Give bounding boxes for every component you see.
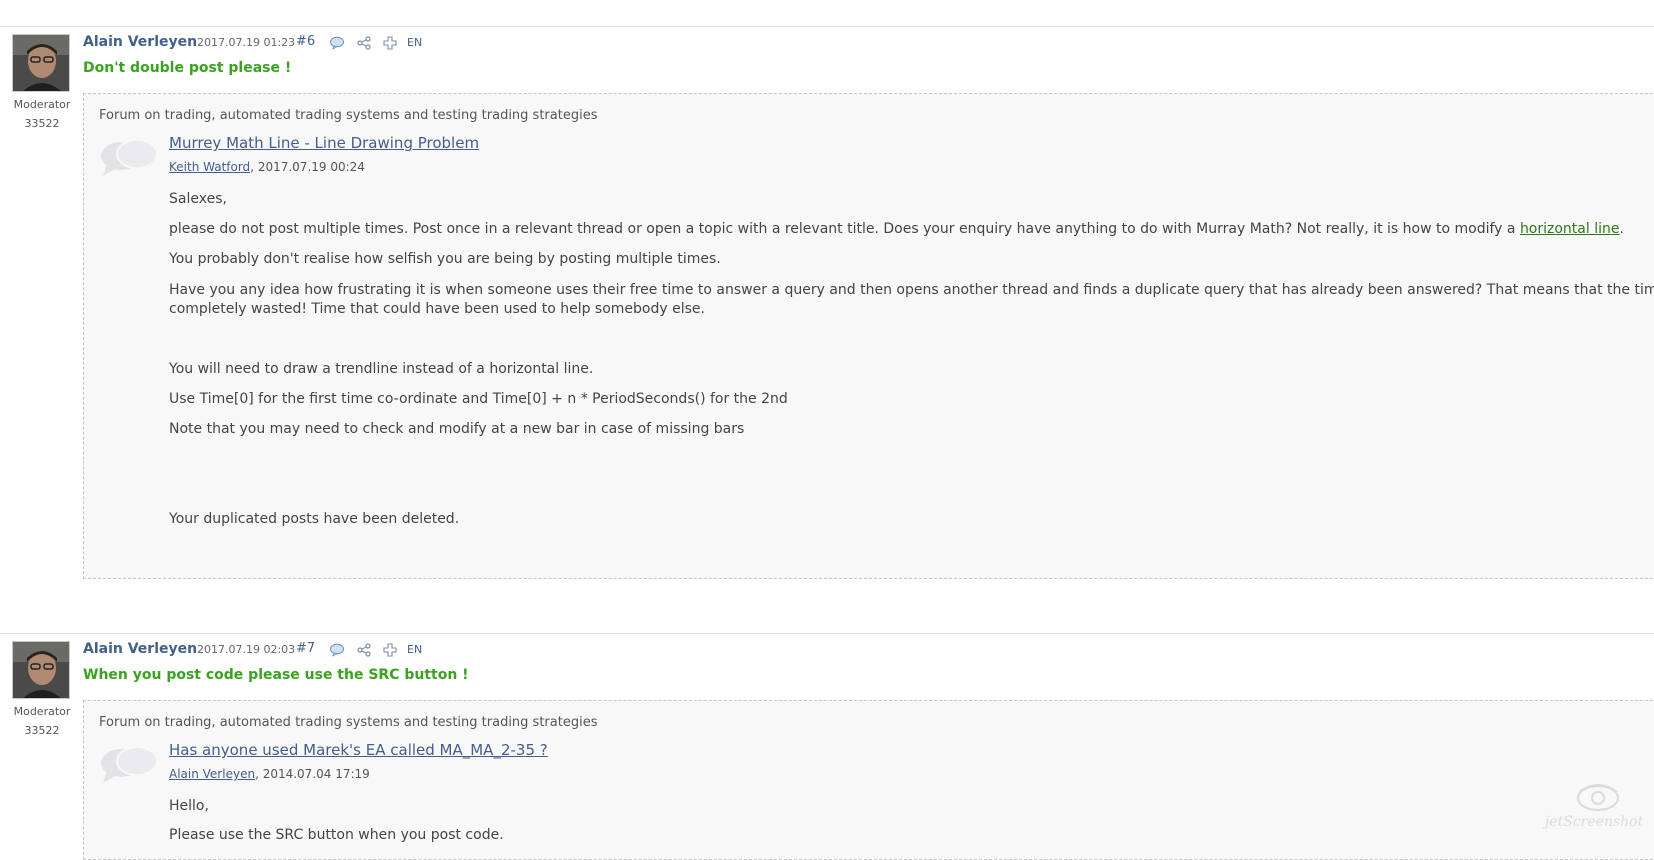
user-role: Moderator bbox=[13, 98, 71, 111]
post-headline: When you post code please use the SRC bu… bbox=[83, 667, 469, 683]
quoted-topic-link[interactable]: Murrey Math Line - Line Drawing Problem bbox=[169, 134, 479, 152]
horizontal-line-link[interactable]: horizontal line bbox=[1520, 221, 1620, 237]
author-link[interactable]: Alain Verleyen bbox=[83, 641, 197, 657]
quote-author-link[interactable]: Keith Watford bbox=[169, 160, 250, 174]
quoted-topic-link[interactable]: Has anyone used Marek's EA called MA_MA_… bbox=[169, 741, 548, 759]
quote-paragraph: Note that you may need to check and modi… bbox=[169, 421, 745, 437]
quote-paragraph: Your duplicated posts have been deleted. bbox=[169, 511, 460, 527]
plus-icon[interactable] bbox=[382, 36, 398, 50]
plus-icon[interactable] bbox=[382, 643, 398, 657]
quote-meta: Keith Watford, 2017.07.19 00:24 bbox=[169, 160, 365, 174]
comment-icon[interactable] bbox=[329, 643, 345, 657]
quote-paragraph: You probably don't realise how selfish y… bbox=[169, 251, 721, 267]
quote-paragraph: Salexes, bbox=[169, 191, 227, 207]
quote-meta: Alain Verleyen, 2014.07.04 17:19 bbox=[169, 767, 370, 781]
quote-paragraph: please do not post multiple times. Post … bbox=[169, 219, 1624, 239]
author-link[interactable]: Alain Verleyen bbox=[83, 34, 197, 50]
post-number-link[interactable]: #6 bbox=[296, 34, 315, 49]
language-link[interactable]: EN bbox=[407, 643, 422, 656]
quote-paragraph: Have you any idea how frustrating it is … bbox=[169, 282, 1654, 298]
post-headline: Don't double post please ! bbox=[83, 60, 292, 76]
avatar[interactable] bbox=[12, 641, 70, 699]
quote-source: Forum on trading, automated trading syst… bbox=[99, 715, 598, 730]
speech-bubble-icon bbox=[101, 139, 158, 176]
quote-box: Forum on trading, automated trading syst… bbox=[83, 700, 1654, 860]
forum-post: Moderator 33522 Alain Verleyen 2017.07.1… bbox=[0, 27, 1654, 597]
quote-paragraph: Please use the SRC button when you post … bbox=[169, 827, 504, 843]
speech-bubble-icon bbox=[101, 746, 158, 783]
share-icon[interactable] bbox=[356, 36, 372, 50]
camera-logo-icon bbox=[1577, 784, 1619, 811]
user-role: Moderator bbox=[13, 705, 71, 718]
share-icon[interactable] bbox=[356, 643, 372, 657]
quote-date: , 2014.07.04 17:19 bbox=[255, 767, 370, 781]
quote-paragraph: You will need to draw a trendline instea… bbox=[169, 361, 594, 377]
quote-author-link[interactable]: Alain Verleyen bbox=[169, 767, 255, 781]
quote-paragraph: completely wasted! Time that could have … bbox=[169, 301, 705, 317]
post-number-link[interactable]: #7 bbox=[296, 641, 315, 656]
quote-source: Forum on trading, automated trading syst… bbox=[99, 108, 598, 123]
post-date: 2017.07.19 01:23 bbox=[197, 36, 296, 49]
quote-text: . bbox=[1619, 221, 1624, 237]
quote-box: Forum on trading, automated trading syst… bbox=[83, 93, 1654, 579]
forum-post: Moderator 33522 Alain Verleyen 2017.07.1… bbox=[0, 634, 1654, 860]
quote-date: , 2017.07.19 00:24 bbox=[250, 160, 365, 174]
post-date: 2017.07.19 02:03 bbox=[197, 643, 296, 656]
watermark-text: jetScreenshot bbox=[1545, 814, 1644, 830]
avatar[interactable] bbox=[12, 34, 70, 92]
quote-paragraph: Use Time[0] for the first time co-ordina… bbox=[169, 391, 788, 407]
user-rating: 33522 bbox=[24, 724, 60, 737]
quote-text: please do not post multiple times. Post … bbox=[169, 221, 1520, 237]
language-link[interactable]: EN bbox=[407, 36, 422, 49]
quote-paragraph: Hello, bbox=[169, 798, 209, 814]
user-rating: 33522 bbox=[24, 117, 60, 130]
watermark: jetScreenshot bbox=[1545, 782, 1649, 837]
comment-icon[interactable] bbox=[329, 36, 345, 50]
